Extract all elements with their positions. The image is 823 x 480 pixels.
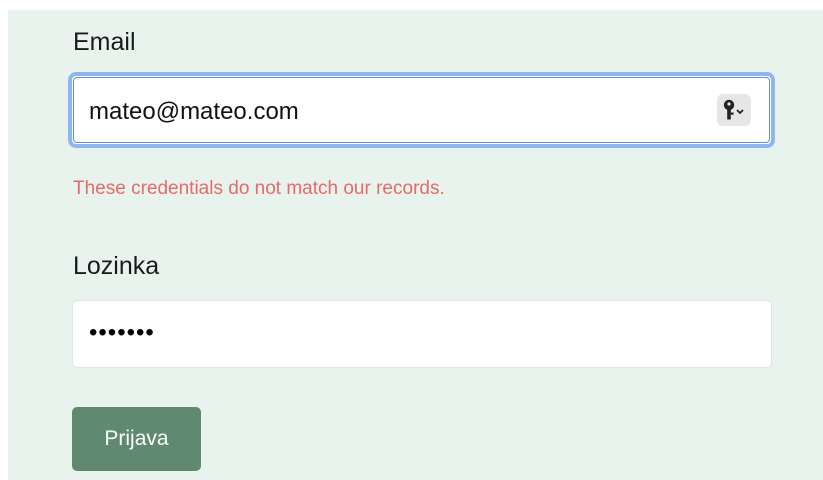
- password-value: •••••••: [89, 319, 155, 346]
- password-label: Lozinka: [73, 252, 160, 280]
- email-value: mateo@mateo.com: [89, 98, 299, 125]
- password-field[interactable]: •••••••: [72, 300, 772, 368]
- email-label: Email: [73, 28, 136, 56]
- login-button[interactable]: Prijava: [72, 407, 201, 471]
- error-message: These credentials do not match our recor…: [73, 178, 445, 199]
- email-field[interactable]: mateo@mateo.com: [68, 72, 775, 148]
- password-manager-button[interactable]: [717, 94, 751, 126]
- login-form: Email mateo@mateo.com These credentials …: [8, 10, 823, 480]
- key-icon: [723, 99, 744, 120]
